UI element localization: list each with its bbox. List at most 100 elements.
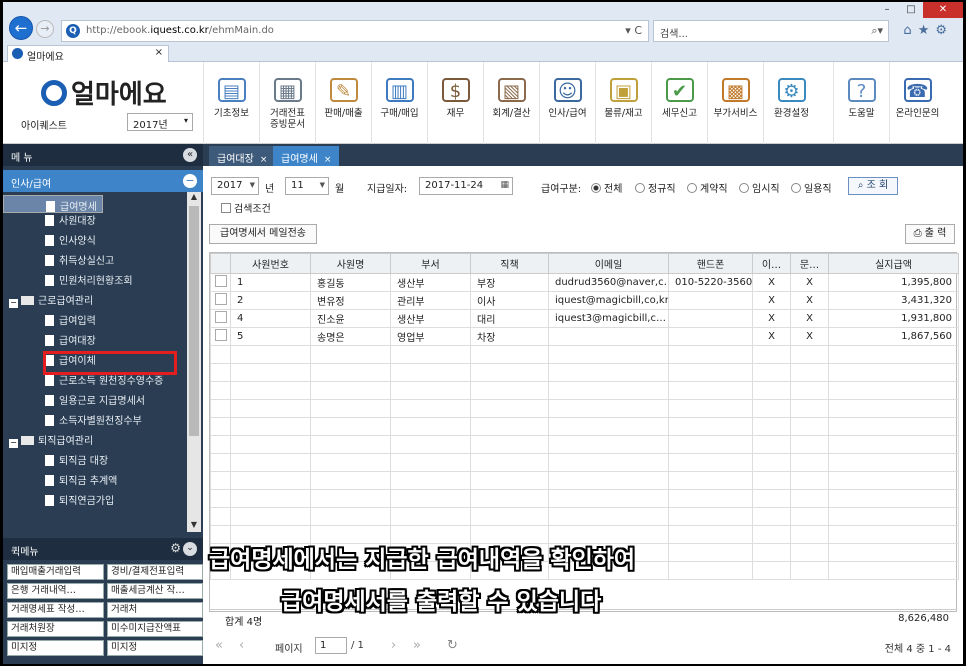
row-checkbox[interactable] [210, 327, 231, 346]
maximize-icon[interactable]: □ [899, 2, 923, 18]
toolbar-button[interactable]: ✔ 세무신고 [651, 62, 707, 144]
toolbar-button[interactable]: ☎ 온라인문의 [889, 62, 945, 144]
back-arrow-icon[interactable]: ← [9, 16, 33, 40]
scroll-up-icon[interactable]: ▲ [187, 192, 201, 204]
search-icon[interactable]: ⌕▾ [871, 24, 883, 38]
sidebar-section-hr[interactable]: 인사/급여 − [3, 170, 203, 192]
tree-item[interactable]: 인사양식 [3, 232, 187, 252]
section-collapse-icon[interactable]: − [183, 174, 197, 188]
refresh-icon[interactable]: ▾ C [625, 24, 642, 37]
send-email-button[interactable]: 급여명세서 메일전송 [209, 224, 317, 244]
search-button[interactable]: ⌕ 조 회 [848, 177, 898, 195]
toolbar-button[interactable]: ▣ 물류/재고 [595, 62, 651, 144]
settings-gear-icon[interactable]: ⚙ [935, 23, 953, 38]
quick-menu-item[interactable]: 거래명세표 작성… [7, 602, 104, 618]
close-icon[interactable]: ✕ [923, 2, 963, 18]
table-row[interactable]: 4 진소윤 생산부 대리 iquest3@magicbill,c… X X 1,931,800 [210, 309, 959, 328]
quick-menu-item[interactable]: 미지정 [7, 640, 104, 656]
next-page-icon[interactable]: › [391, 638, 396, 653]
column-header[interactable]: 이메일 [548, 253, 669, 274]
row-checkbox[interactable] [210, 417, 231, 436]
column-header[interactable]: 사원명 [310, 253, 391, 274]
tree-item[interactable]: 퇴직금 대장 [3, 452, 187, 472]
checkbox[interactable] [214, 275, 227, 287]
prev-page-icon[interactable]: ‹ [239, 638, 244, 653]
home-icon[interactable]: ⌂ [903, 23, 917, 38]
tree-item[interactable]: 근로소득 원천징수영수증 [3, 372, 187, 392]
pay-date-input[interactable]: 2017-11-24 ▦ [419, 177, 513, 195]
gear-icon[interactable]: ⚙ [170, 541, 181, 555]
collapse-sidebar-icon[interactable]: « [183, 148, 197, 162]
table-row[interactable] [210, 417, 959, 436]
tree-folder[interactable]: − 근로급여관리 [3, 292, 187, 312]
row-checkbox[interactable] [210, 291, 231, 310]
condition-checkbox[interactable] [221, 203, 231, 213]
tree-item[interactable]: 급여대장 [3, 332, 187, 352]
quick-menu-item[interactable]: 매출세금계산 작… [107, 583, 203, 599]
toolbar-button[interactable]: $ 재무 [427, 62, 483, 144]
toolbar-button[interactable]: ✎ 판매/매출 [315, 62, 371, 144]
toolbar-button[interactable]: ▤ 기초정보 [203, 62, 259, 144]
expand-minus-icon[interactable]: − [9, 299, 18, 308]
page-input[interactable]: 1 [315, 637, 347, 654]
month-filter-select[interactable]: 11 ▼ [285, 177, 329, 195]
toolbar-button[interactable]: ☺ 인사/급여 [539, 62, 595, 144]
row-checkbox[interactable] [210, 435, 231, 454]
sidebar-scrollbar[interactable]: ▲ ▼ [187, 192, 201, 532]
checkbox[interactable] [214, 311, 227, 323]
row-checkbox[interactable] [210, 399, 231, 418]
pay-type-radio[interactable]: 임시직 [739, 180, 780, 195]
pay-type-radio[interactable]: 일용직 [791, 180, 832, 195]
address-bar[interactable]: Q http://ebook.iquest.co.kr/ehmMain.do ▾… [61, 20, 649, 42]
toolbar-button[interactable]: ⚙ 환경설정 [763, 62, 819, 144]
toolbar-button[interactable]: ? 도움말 [833, 62, 889, 144]
quick-menu-item[interactable]: 거래처 [107, 602, 203, 618]
search-condition-toggle[interactable]: 검색조건 [221, 200, 271, 215]
row-checkbox[interactable] [210, 381, 231, 400]
tree-folder[interactable]: − 퇴직급여관리 [3, 432, 187, 452]
table-row[interactable] [210, 345, 959, 364]
table-row[interactable] [210, 507, 959, 526]
pay-type-radio[interactable]: 전체 [591, 180, 622, 195]
last-page-icon[interactable]: » [413, 638, 421, 653]
column-header[interactable]: 문… [790, 253, 829, 274]
year-select[interactable]: 2017년 ▾ [127, 113, 193, 131]
tree-item[interactable]: 일용근로 지급명세서 [3, 392, 187, 412]
quick-menu-item[interactable]: 매입매출거래입력 [7, 564, 104, 580]
tab-close-icon[interactable]: × [260, 155, 268, 165]
chevron-down-icon[interactable]: ⌄ [183, 542, 197, 556]
browser-tab[interactable]: 얼마에요 × [7, 45, 169, 63]
tree-item[interactable]: 퇴직금 추계액 [3, 472, 187, 492]
column-header[interactable]: 실지급액 [828, 253, 959, 274]
year-filter-select[interactable]: 2017 ▼ [211, 177, 259, 195]
column-header[interactable]: 핸드폰 [668, 253, 753, 274]
pay-type-radio[interactable]: 정규직 [635, 180, 676, 195]
row-checkbox[interactable] [210, 273, 231, 292]
table-row[interactable]: 5 송명은 영업부 차장 X X 1,867,560 [210, 327, 959, 346]
column-header[interactable]: 이… [752, 253, 791, 274]
tree-item[interactable]: 취득상실신고 [3, 252, 187, 272]
browser-search-input[interactable]: 검색... ⌕▾ [653, 20, 889, 42]
toolbar-button[interactable]: ▦ 거래전표 증빙문서 [259, 62, 315, 144]
expand-minus-icon[interactable]: − [9, 439, 18, 448]
quick-menu-item[interactable]: 미지정 [107, 640, 203, 656]
tab-pay-statement[interactable]: 급여명세 × [273, 146, 340, 166]
table-row[interactable]: 1 홍길동 생산부 부장 dudrud3560@naver,c… 010-5220-356… [210, 273, 959, 292]
print-button[interactable]: ⎙ 출 력 [905, 224, 955, 244]
table-row[interactable] [210, 453, 959, 472]
radio-circle[interactable] [739, 183, 749, 193]
row-checkbox[interactable] [210, 363, 231, 382]
column-header[interactable]: 사원번호 [230, 253, 311, 274]
tab-close-icon[interactable]: × [155, 47, 163, 58]
checkbox[interactable] [214, 293, 227, 305]
tree-item[interactable]: 퇴직연금가입 [3, 492, 187, 512]
scroll-thumb[interactable] [189, 206, 199, 436]
favorites-star-icon[interactable]: ★ [918, 23, 936, 38]
table-row[interactable] [210, 381, 959, 400]
scroll-down-icon[interactable]: ▼ [187, 520, 201, 532]
quick-menu-item[interactable]: 경비/결제전표입력 [107, 564, 203, 580]
quick-menu-item[interactable]: 거래처원장 [7, 621, 104, 637]
tree-item[interactable]: 급여명세 [3, 195, 103, 213]
table-row[interactable] [210, 471, 959, 490]
row-checkbox[interactable] [210, 507, 231, 526]
